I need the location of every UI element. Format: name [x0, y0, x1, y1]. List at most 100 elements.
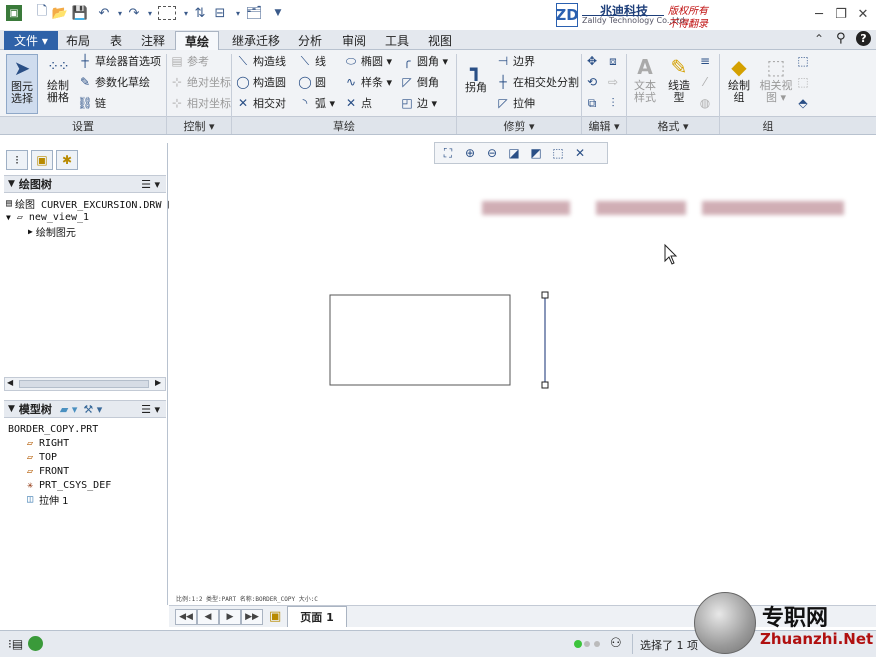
save-icon[interactable]: 💾	[72, 5, 88, 21]
undo-icon[interactable]: ↶	[96, 5, 112, 21]
text-style-button[interactable]: A 文本 样式	[630, 54, 660, 112]
group-label-group[interactable]: 组	[720, 116, 816, 134]
line-button[interactable]: ⟍ 线	[298, 52, 326, 70]
format-option-2[interactable]: ⁄	[698, 73, 712, 91]
split-at-intersect-button[interactable]: ┼ 在相交处分割	[496, 73, 579, 91]
stretch-button[interactable]: ◸ 拉伸	[496, 94, 535, 112]
select-entity-button[interactable]: ➤ 图元 选择	[6, 54, 38, 114]
window-icon[interactable]: ⊟	[212, 5, 228, 21]
line-style-button[interactable]: ✎ 线造 型	[664, 54, 694, 112]
tab-legacy-migration[interactable]: 继承迁移	[222, 31, 290, 50]
group-label-sketch[interactable]: 草绘	[232, 116, 456, 134]
tree-row[interactable]: ▼ ▱ new_view_1	[6, 210, 166, 224]
tree-row[interactable]: ◫ 拉伸 1	[8, 492, 166, 507]
expand-icon[interactable]: ▶	[28, 227, 33, 236]
rectangle-entity[interactable]	[329, 294, 511, 386]
scroll-right-icon[interactable]: ▶	[155, 378, 161, 387]
next-page-icon[interactable]: ▶	[219, 608, 241, 625]
show-navigator-icon[interactable]: ⁝▤	[8, 637, 23, 651]
tree-settings-icon[interactable]: ☰ ▾	[141, 403, 160, 416]
tab-file[interactable]: 文件 ▾	[4, 31, 58, 50]
window-dropdown-icon[interactable]: ▾	[230, 5, 246, 21]
tree-row[interactable]: BORDER_COPY.PRT	[8, 422, 166, 436]
tab-analysis[interactable]: 分析	[288, 31, 332, 50]
fillet-button[interactable]: ╭ 圆角 ▾	[400, 52, 448, 70]
param-sketch-button[interactable]: ✎ 参数化草绘	[78, 73, 150, 91]
draw-group-button[interactable]: ◆ 绘制 组	[724, 54, 754, 112]
format-option-1[interactable]: ≡	[698, 52, 712, 70]
rotate-button[interactable]: ⟲	[585, 73, 599, 91]
find-icon[interactable]: ⚇	[610, 636, 622, 651]
copy-button[interactable]: ⧉	[585, 94, 599, 112]
tab-view[interactable]: 视图	[418, 31, 462, 50]
line-endpoint-handle[interactable]	[541, 381, 549, 389]
tree-row[interactable]: ▱ TOP	[8, 450, 166, 464]
tree-row[interactable]: ▶ 绘制图元	[6, 224, 166, 239]
group-option-2[interactable]: ⬚	[796, 73, 810, 91]
tree-row[interactable]: ▱ FRONT	[8, 464, 166, 478]
model-display-icon[interactable]: ▰ ▾	[60, 403, 77, 416]
point-button[interactable]: ✕ 点	[344, 94, 372, 112]
circle-button[interactable]: ◯ 圆	[298, 73, 326, 91]
redo-icon[interactable]: ↷	[126, 5, 142, 21]
tab-layout[interactable]: 布局	[56, 31, 100, 50]
open-icon[interactable]: 📂	[52, 5, 68, 21]
new-file-icon[interactable]: 🗋	[34, 4, 50, 21]
tree-row[interactable]: ✳ PRT_CSYS_DEF	[8, 478, 166, 492]
construction-circle-button[interactable]: ◯ 构造圆	[236, 73, 286, 91]
absolute-coord-button[interactable]: ⊹ 绝对坐标	[170, 73, 231, 91]
tree-tab-icon[interactable]: ⁝	[6, 150, 28, 170]
intersect-pair-button[interactable]: ✕ 相交对	[236, 94, 286, 112]
line-endpoint-handle[interactable]	[541, 291, 549, 299]
search-icon[interactable]: ⚲	[836, 31, 846, 46]
collapse-icon[interactable]: ▼	[6, 213, 11, 222]
scale-button[interactable]: ⧈	[606, 52, 620, 70]
related-view-button[interactable]: ⬚ 相关视 图 ▾	[758, 54, 794, 112]
ellipse-button[interactable]: ⬭ 椭圆 ▾	[344, 52, 392, 70]
page-tab[interactable]: 页面 1	[287, 606, 347, 627]
favorites-tab-icon[interactable]: ✱	[56, 150, 78, 170]
collapse-icon[interactable]: ▼	[8, 179, 15, 189]
new-page-icon[interactable]: ▣	[269, 609, 281, 624]
chain-button[interactable]: ⛓ 链	[77, 94, 106, 112]
group-label-edit[interactable]: 编辑 ▾	[582, 116, 626, 134]
boundary-button[interactable]: ⊣ 边界	[496, 52, 535, 70]
tab-table[interactable]: 表	[100, 31, 132, 50]
translate-button[interactable]: ⇨	[606, 73, 620, 91]
reference-button[interactable]: ▤ 参考	[170, 52, 209, 70]
scroll-left-icon[interactable]: ◀	[7, 378, 13, 387]
sketcher-prefs-button[interactable]: ┼ 草绘器首选项	[78, 52, 161, 70]
tab-annotate[interactable]: 注释	[131, 31, 175, 50]
horizontal-scrollbar[interactable]: ◀ ▶	[4, 377, 166, 391]
close-window-icon[interactable]: 🗂	[246, 5, 263, 21]
tree-settings-icon[interactable]: ☰ ▾	[141, 178, 160, 191]
group-option-1[interactable]: ⬚	[796, 52, 810, 70]
first-page-icon[interactable]: ◀◀	[175, 608, 197, 625]
tab-tools[interactable]: 工具	[375, 31, 419, 50]
chamfer-button[interactable]: ◸ 倒角	[400, 73, 439, 91]
browser-icon[interactable]	[28, 636, 43, 651]
arc-button[interactable]: ◝ 弧 ▾	[298, 94, 335, 112]
mirror-button[interactable]: ⫶	[606, 94, 620, 112]
tools-icon[interactable]: ⚒ ▾	[83, 403, 102, 416]
tree-row[interactable]: ▤ 绘图 CURVER_EXCURSION.DRW 的	[6, 196, 177, 211]
help-icon[interactable]: ?	[856, 31, 871, 46]
prev-page-icon[interactable]: ◀	[197, 608, 219, 625]
app-icon[interactable]: ▣	[6, 5, 22, 21]
group-label-control[interactable]: 控制 ▾	[167, 116, 231, 134]
corner-button[interactable]: ┓ 拐角	[462, 56, 490, 112]
format-option-3[interactable]: ◍	[698, 94, 712, 112]
tree-row[interactable]: ▱ RIGHT	[8, 436, 166, 450]
relative-coord-button[interactable]: ⊹ 相对坐标	[170, 94, 231, 112]
group-label-setup[interactable]: 设置	[0, 116, 166, 134]
regenerate-icon[interactable]: ⇅	[192, 5, 208, 21]
construction-line-button[interactable]: ⟍ 构造线	[236, 52, 286, 70]
select-box-icon[interactable]	[158, 6, 176, 20]
customize-qa-icon[interactable]: ▼	[270, 5, 286, 21]
collapse-ribbon-icon[interactable]: ⌃	[814, 32, 824, 46]
tab-sketch[interactable]: 草绘	[175, 31, 220, 50]
close-icon[interactable]: ✕	[852, 4, 874, 24]
minimize-icon[interactable]: ─	[808, 4, 830, 24]
edge-button[interactable]: ◰ 边 ▾	[400, 94, 437, 112]
group-label-trim[interactable]: 修剪 ▾	[457, 116, 581, 134]
